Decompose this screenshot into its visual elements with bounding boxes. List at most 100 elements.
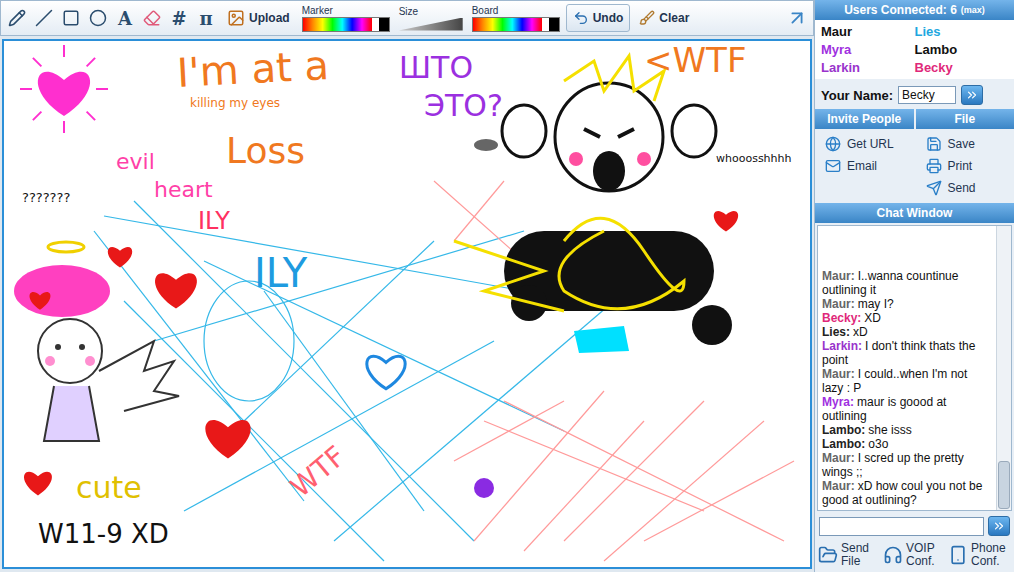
- size-label: Size: [399, 6, 463, 17]
- mail-icon: [825, 158, 841, 174]
- user-name: Myra: [821, 41, 915, 58]
- invite-item[interactable]: Email: [825, 157, 910, 175]
- chevrons-icon: [965, 88, 979, 102]
- undo-icon: [573, 10, 589, 26]
- canvas-text: ILY: [254, 253, 307, 293]
- chat-input-row: [815, 513, 1014, 539]
- folder-icon: [818, 545, 838, 565]
- bottom-button-label: Send File: [841, 542, 881, 568]
- math-tool[interactable]: π: [194, 4, 218, 32]
- chat-message: Maur:may I?: [822, 297, 992, 311]
- upload-button[interactable]: Upload: [221, 4, 296, 32]
- invite-header: Invite People: [815, 109, 914, 129]
- bottom-button[interactable]: Phone Conf.: [948, 542, 1011, 568]
- chevrons-icon: [992, 519, 1006, 533]
- canvas-text: ???????: [22, 191, 70, 204]
- bottom-button-label: Phone Conf.: [971, 542, 1011, 568]
- canvas-text: WTF: [286, 442, 351, 503]
- chat-list: Maur:I..wanna countinue outlining itMaur…: [818, 226, 996, 510]
- chat-message: Maur:I could..when I'm not lazy : P: [822, 367, 992, 395]
- bottom-button[interactable]: VOIP Conf.: [883, 542, 946, 568]
- chat-message: Maur:xD how coul you not be good at outl…: [822, 479, 992, 507]
- chat-message: Becky:XD: [822, 311, 992, 325]
- marker-picker: Marker: [299, 5, 393, 32]
- user-name: Becky: [915, 59, 1009, 76]
- invite-items: Get URL Email: [815, 129, 914, 203]
- whiteboard[interactable]: I'm at akilling my eyesLossШТОЭТО?<WTFwh…: [2, 39, 812, 569]
- chat-speaker: Maur:: [822, 479, 855, 493]
- eraser-icon: [143, 9, 161, 27]
- your-name-label: Your Name:: [821, 88, 893, 103]
- canvas-text: Loss: [226, 133, 305, 169]
- name-submit-button[interactable]: [961, 85, 983, 105]
- send-icon: [926, 180, 942, 196]
- undo-button[interactable]: Undo: [566, 4, 631, 32]
- users-list: MaurLiesMyraLamboLarkinBecky: [815, 20, 1014, 79]
- save-icon: [926, 136, 942, 152]
- grid-tool[interactable]: #: [167, 4, 191, 32]
- canvas-text: evil: [116, 151, 155, 173]
- rectangle-tool[interactable]: [59, 4, 83, 32]
- clear-button[interactable]: Clear: [633, 4, 695, 32]
- file-items: Save Print Send: [916, 129, 1014, 203]
- canvas-text: cute: [76, 473, 142, 503]
- users-header: Users Connected: 6(max): [815, 0, 1014, 20]
- user-name: Lambo: [915, 41, 1009, 58]
- chat-message: Lambo:o3o: [822, 437, 992, 451]
- your-name-row: Your Name:: [815, 79, 1014, 109]
- chat-speaker: Myra:: [822, 395, 854, 409]
- phone-icon: [948, 545, 968, 565]
- chat-scrollbar[interactable]: [996, 226, 1011, 510]
- arrow-icon: [786, 7, 808, 29]
- eraser-tool[interactable]: [140, 4, 164, 32]
- blue-heart: [367, 356, 405, 388]
- size-ramp[interactable]: [399, 18, 463, 31]
- side-panel: Users Connected: 6(max)MaurLiesMyraLambo…: [814, 0, 1014, 572]
- text-tool[interactable]: A: [113, 4, 137, 32]
- chat-header: Chat Window: [815, 203, 1014, 223]
- purple-dot: [474, 478, 494, 498]
- board-picker: Board: [469, 5, 563, 32]
- chat-message: Maur:I scred up the pretty wings ;;: [822, 451, 992, 479]
- printer-icon: [926, 158, 942, 174]
- scroll-thumb[interactable]: [998, 461, 1010, 509]
- canvas-text: heart: [154, 179, 213, 201]
- canvas-text: <WTF: [644, 43, 746, 77]
- chat-input[interactable]: [819, 517, 984, 536]
- file-item[interactable]: Print: [926, 157, 1011, 175]
- chat-speaker: Maur:: [822, 451, 855, 465]
- marker-color-bar[interactable]: [302, 17, 390, 32]
- file-item[interactable]: Save: [926, 135, 1011, 153]
- chat-send-button[interactable]: [988, 516, 1010, 536]
- board-area: A#πUploadMarkerSizeBoardUndoClearI'm at …: [0, 0, 814, 572]
- your-name-input[interactable]: [898, 86, 956, 104]
- circle-tool[interactable]: [86, 4, 110, 32]
- board-color-bar[interactable]: [472, 17, 560, 32]
- canvas-text: ШТО: [399, 53, 473, 83]
- pencil-icon: [8, 9, 26, 27]
- user-name: Maur: [821, 23, 915, 40]
- max-note: (max): [961, 5, 985, 15]
- file-item[interactable]: Send: [926, 179, 1011, 197]
- canvas-text: killing my eyes: [190, 97, 280, 109]
- line-tool[interactable]: [32, 4, 56, 32]
- user-name: Larkin: [821, 59, 915, 76]
- bottom-button[interactable]: Send File: [818, 542, 881, 568]
- circle-icon: [89, 9, 107, 27]
- chat-message: Lambo:she isss: [822, 423, 992, 437]
- chat-speaker: Maur:: [822, 297, 855, 311]
- pencil-tool[interactable]: [5, 4, 29, 32]
- pink-scribble: [434, 181, 794, 561]
- chat-window: Maur:I..wanna countinue outlining itMaur…: [817, 225, 1012, 511]
- image-icon: [227, 9, 245, 27]
- invite-file-headers: Invite PeopleFile: [815, 109, 1014, 129]
- chat-message: Lies:xD: [822, 325, 992, 339]
- app: A#πUploadMarkerSizeBoardUndoClearI'm at …: [0, 0, 1014, 572]
- marker-label: Marker: [302, 5, 390, 16]
- invite-item[interactable]: Get URL: [825, 135, 910, 153]
- chat-speaker: Lies:: [822, 325, 850, 339]
- size-picker: Size: [396, 6, 466, 31]
- pink-sun: [20, 45, 108, 133]
- bottom-bar: Send FileVOIP Conf. Phone Conf.: [815, 539, 1014, 568]
- expand-button[interactable]: [785, 4, 809, 32]
